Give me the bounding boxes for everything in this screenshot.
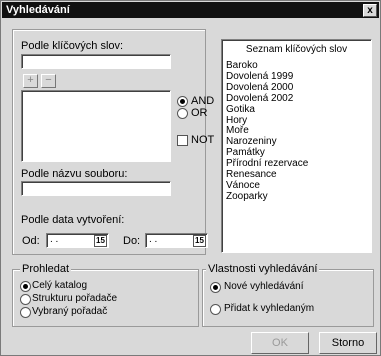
cancel-button[interactable]: Storno	[319, 332, 377, 354]
search-dialog: Vyhledávání x Podle klíčových slov: + − …	[0, 0, 381, 356]
keyword-list-item[interactable]: Gotika	[226, 104, 255, 116]
search-scope-option-label: Vybraný pořadač	[32, 306, 108, 317]
date-from-value: . .	[50, 234, 59, 245]
remove-keyword-button[interactable]: −	[41, 74, 56, 88]
calendar-icon[interactable]: 15	[94, 235, 107, 247]
date-to-value: . .	[149, 234, 158, 245]
title-bar: Vyhledávání x	[2, 2, 379, 18]
keyword-list-item[interactable]: Zooparky	[226, 191, 268, 203]
filename-input[interactable]	[21, 181, 171, 196]
not-label: NOT	[191, 134, 215, 146]
search-props-title: Vlastnosti vyhledávání	[206, 263, 320, 275]
filename-label: Podle názvu souboru:	[21, 168, 128, 180]
date-label: Podle data vytvoření:	[21, 214, 125, 226]
or-label: OR	[191, 107, 208, 119]
search-props-option-label: Nové vyhledávání	[224, 281, 304, 292]
keyword-list-item[interactable]: Dovolená 2002	[226, 93, 293, 105]
search-scope-option-label: Celý katalog	[32, 280, 88, 291]
date-to-label: Do:	[123, 235, 141, 247]
close-button[interactable]: x	[363, 4, 377, 17]
not-checkbox[interactable]	[177, 135, 188, 146]
search-scope-radio[interactable]	[20, 307, 31, 318]
selected-keywords-list[interactable]	[21, 90, 171, 162]
date-from-label: Od:	[22, 235, 40, 247]
and-label: AND	[191, 95, 215, 107]
search-props-radio[interactable]	[210, 304, 221, 315]
search-scope-radio[interactable]	[20, 281, 31, 292]
search-scope-option-label: Strukturu pořadače	[32, 293, 118, 304]
keyword-input[interactable]	[21, 54, 171, 69]
window-title: Vyhledávání	[6, 4, 70, 16]
and-radio[interactable]	[177, 96, 188, 107]
keyword-list-title: Seznam klíčových slov	[245, 44, 348, 55]
search-props-option-label: Přidat k vyhledaným	[224, 303, 315, 314]
search-scope-title: Prohledat	[20, 263, 72, 275]
calendar-icon[interactable]: 15	[193, 235, 206, 247]
add-keyword-button[interactable]: +	[23, 74, 38, 88]
search-props-group	[202, 269, 374, 327]
search-props-radio[interactable]	[210, 282, 221, 293]
search-scope-radio[interactable]	[20, 294, 31, 305]
date-from-field[interactable]: . . 15	[46, 233, 109, 248]
keywords-label: Podle klíčových slov:	[21, 40, 124, 52]
or-radio[interactable]	[177, 108, 188, 119]
date-to-field[interactable]: . . 15	[145, 233, 208, 248]
ok-button[interactable]: OK	[251, 332, 309, 354]
keyword-list-box[interactable]: Seznam klíčových slov Baroko Dovolená 199…	[221, 39, 372, 253]
